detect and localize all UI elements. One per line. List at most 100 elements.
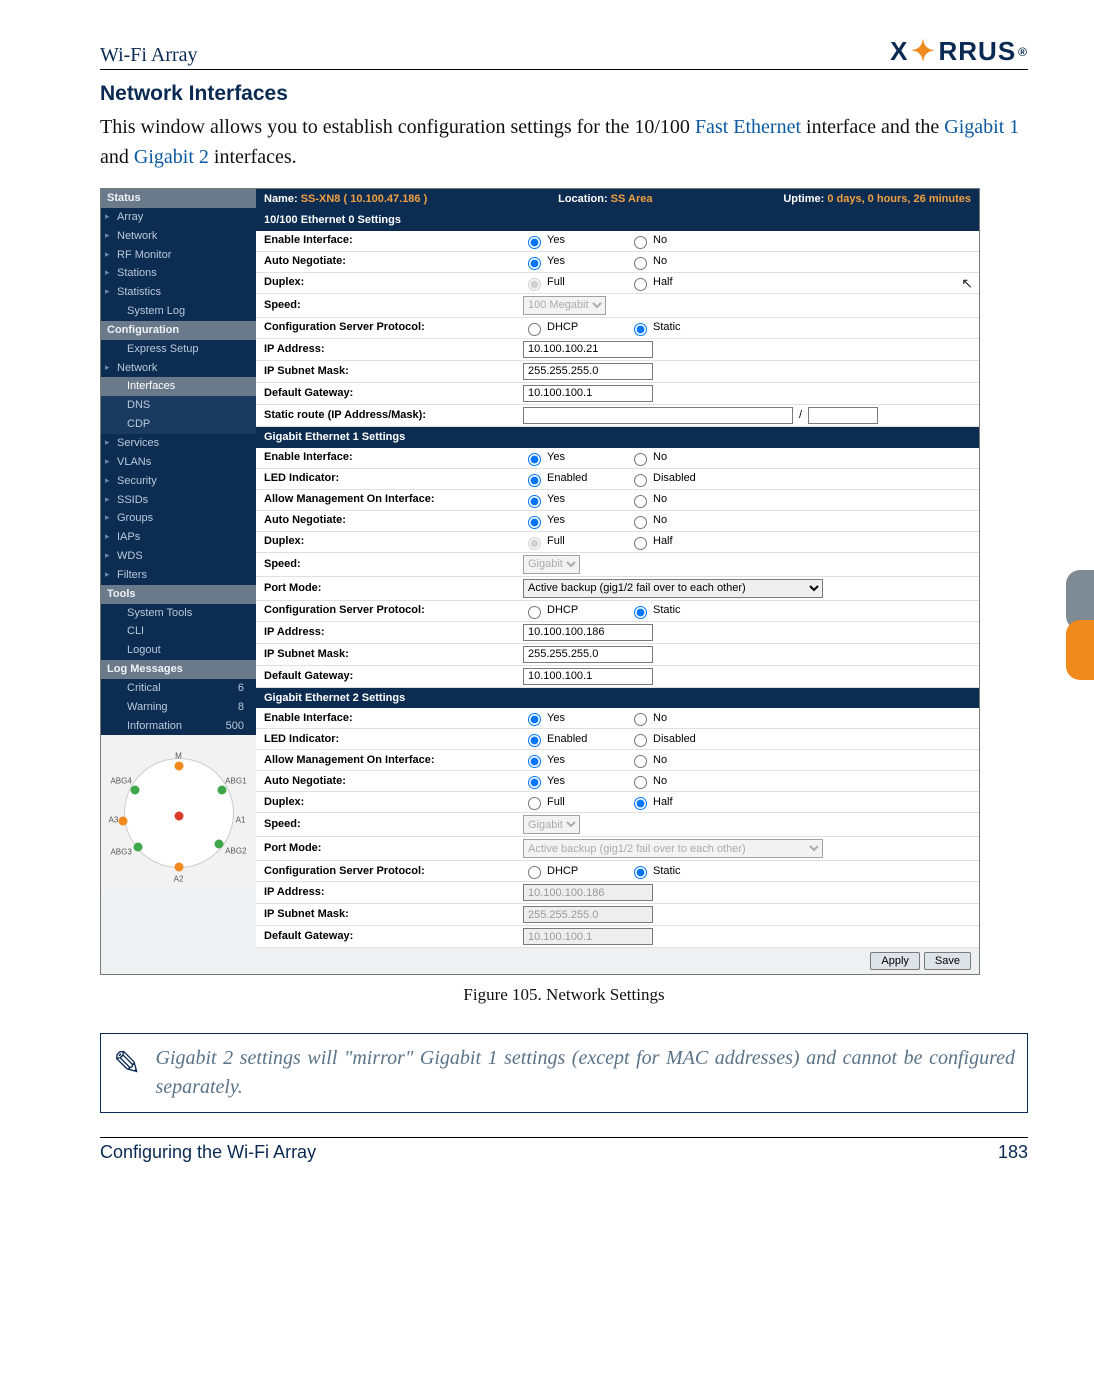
- nav-item-groups[interactable]: Groups: [101, 509, 256, 528]
- gig1-led-opt-b[interactable]: Disabled: [629, 471, 729, 487]
- gig2-auto-opt-a[interactable]: Yes: [523, 773, 623, 789]
- eth0-duplex-opt-b[interactable]: Half: [629, 275, 729, 291]
- gig2-led-opt-a[interactable]: Enabled: [523, 731, 623, 747]
- nav-item-ssids[interactable]: SSIDs: [101, 491, 256, 510]
- gig1-led-opt-a[interactable]: Enabled: [523, 471, 623, 487]
- gig2-mask-input[interactable]: [523, 906, 653, 923]
- eth0-csp-opt-a[interactable]: DHCP: [523, 320, 623, 336]
- logo-text-right: RRUS: [938, 36, 1016, 67]
- screenshot: Status Array Network RF Monitor Stations…: [100, 188, 980, 975]
- row-gig1-led: LED Indicator: Enabled Disabled: [256, 469, 979, 490]
- intro-text: interface and the: [801, 116, 944, 138]
- row-label: Speed:: [264, 298, 519, 313]
- save-button[interactable]: Save: [924, 952, 971, 970]
- eth0-speed-select[interactable]: 100 Megabit: [523, 296, 606, 315]
- gig2-port-select[interactable]: Active backup (gig1/2 fail over to each …: [523, 839, 823, 858]
- apply-button[interactable]: Apply: [870, 952, 920, 970]
- gig1-duplex-opt-b[interactable]: Half: [629, 534, 729, 550]
- row-gig2-gw: Default Gateway:: [256, 926, 979, 948]
- gig2-csp-opt-a[interactable]: DHCP: [523, 863, 623, 879]
- nav-item-cdp[interactable]: CDP: [101, 415, 256, 434]
- nav-header-tools: Tools: [101, 585, 256, 604]
- gig2-ip-input[interactable]: [523, 884, 653, 901]
- eth0-mask-input[interactable]: [523, 363, 653, 380]
- gig1-csp-opt-a[interactable]: DHCP: [523, 603, 623, 619]
- gig2-speed-select[interactable]: Gigabit: [523, 815, 580, 834]
- nav-item-statistics[interactable]: Statistics: [101, 283, 256, 302]
- row-label: Auto Negotiate:: [264, 513, 519, 528]
- nav-item-network[interactable]: Network: [101, 227, 256, 246]
- gig2-auto-opt-b[interactable]: No: [629, 773, 729, 789]
- gig1-csp-opt-b[interactable]: Static: [629, 603, 729, 619]
- nav-item-array[interactable]: Array: [101, 208, 256, 227]
- nav-item-security[interactable]: Security: [101, 472, 256, 491]
- eth0-route-mask-input[interactable]: [808, 407, 878, 424]
- gig2-mgmt-opt-b[interactable]: No: [629, 752, 729, 768]
- gig2-gw-input[interactable]: [523, 928, 653, 945]
- nav-item-filters[interactable]: Filters: [101, 566, 256, 585]
- row-gig2-ip: IP Address:: [256, 882, 979, 904]
- nav-item-iaps[interactable]: IAPs: [101, 528, 256, 547]
- nav-item-express-setup[interactable]: Express Setup: [101, 340, 256, 359]
- intro-text: and: [100, 146, 134, 168]
- device-label-m: M: [175, 752, 182, 763]
- gig1-mgmt-opt-a[interactable]: Yes: [523, 492, 623, 508]
- gig1-auto-opt-a[interactable]: Yes: [523, 513, 623, 529]
- row-eth0-route: Static route (IP Address/Mask): /: [256, 405, 979, 427]
- link-gigabit-2[interactable]: Gigabit 2: [134, 146, 209, 168]
- row-eth0-ip: IP Address:: [256, 339, 979, 361]
- gig2-enable-opt-a[interactable]: Yes: [523, 710, 623, 726]
- eth0-duplex-opt-a[interactable]: Full: [523, 275, 623, 291]
- gig1-gw-input[interactable]: [523, 668, 653, 685]
- nav-item-stations[interactable]: Stations: [101, 264, 256, 283]
- nav-item-system-log[interactable]: System Log: [101, 302, 256, 321]
- link-fast-ethernet[interactable]: Fast Ethernet: [695, 116, 801, 138]
- nav-item-services[interactable]: Services: [101, 434, 256, 453]
- link-gigabit-1[interactable]: Gigabit 1: [944, 116, 1019, 138]
- gig2-duplex-opt-a[interactable]: Full: [523, 794, 623, 810]
- gig2-led-opt-b[interactable]: Disabled: [629, 731, 729, 747]
- row-label: Enable Interface:: [264, 233, 519, 248]
- eth0-gw-input[interactable]: [523, 385, 653, 402]
- nav-item-cli[interactable]: CLI: [101, 622, 256, 641]
- nav-item-logout[interactable]: Logout: [101, 641, 256, 660]
- device-label-a1: A1: [236, 815, 246, 826]
- gig1-enable-opt-a[interactable]: Yes: [523, 450, 623, 466]
- gig1-enable-opt-b[interactable]: No: [629, 450, 729, 466]
- gig1-port-select[interactable]: Active backup (gig1/2 fail over to each …: [523, 579, 823, 598]
- gig1-mgmt-opt-b[interactable]: No: [629, 492, 729, 508]
- logo-burst-icon: [911, 40, 935, 64]
- gig2-csp-opt-b[interactable]: Static: [629, 863, 729, 879]
- nav-item-wds[interactable]: WDS: [101, 547, 256, 566]
- eth0-auto-opt-b[interactable]: No: [629, 254, 729, 270]
- gig1-duplex-opt-a[interactable]: Full: [523, 534, 623, 550]
- nav-item-vlans[interactable]: VLANs: [101, 453, 256, 472]
- eth0-route-addr-input[interactable]: [523, 407, 793, 424]
- gig1-ip-input[interactable]: [523, 624, 653, 641]
- nav-item-rf-monitor[interactable]: RF Monitor: [101, 246, 256, 265]
- gig1-mask-input[interactable]: [523, 646, 653, 663]
- eth0-enable-opt-b[interactable]: No: [629, 233, 729, 249]
- gig2-duplex-opt-b[interactable]: Half: [629, 794, 729, 810]
- nav-item-log-critical[interactable]: Critical6: [101, 679, 256, 698]
- gig1-auto-opt-b[interactable]: No: [629, 513, 729, 529]
- gig2-mgmt-opt-a[interactable]: Yes: [523, 752, 623, 768]
- figure-caption: Figure 105. Network Settings: [100, 985, 1028, 1005]
- eth0-auto-opt-a[interactable]: Yes: [523, 254, 623, 270]
- eth0-ip-input[interactable]: [523, 341, 653, 358]
- gig1-speed-select[interactable]: Gigabit: [523, 555, 580, 574]
- nav-item-system-tools[interactable]: System Tools: [101, 604, 256, 623]
- gig2-enable-opt-b[interactable]: No: [629, 710, 729, 726]
- nav-item-log-information[interactable]: Information500: [101, 717, 256, 736]
- eth0-enable-opt-a[interactable]: Yes: [523, 233, 623, 249]
- row-label: Default Gateway:: [264, 929, 519, 944]
- row-label: IP Address:: [264, 885, 519, 900]
- row-gig2-speed: Speed: Gigabit: [256, 813, 979, 837]
- eth0-csp-opt-b[interactable]: Static: [629, 320, 729, 336]
- device-label-a3: A3: [108, 815, 118, 826]
- nav-item-network-cfg[interactable]: Network: [101, 359, 256, 378]
- nav-item-interfaces[interactable]: Interfaces: [101, 377, 256, 396]
- row-label: Enable Interface:: [264, 450, 519, 465]
- nav-item-dns[interactable]: DNS: [101, 396, 256, 415]
- nav-item-log-warning[interactable]: Warning8: [101, 698, 256, 717]
